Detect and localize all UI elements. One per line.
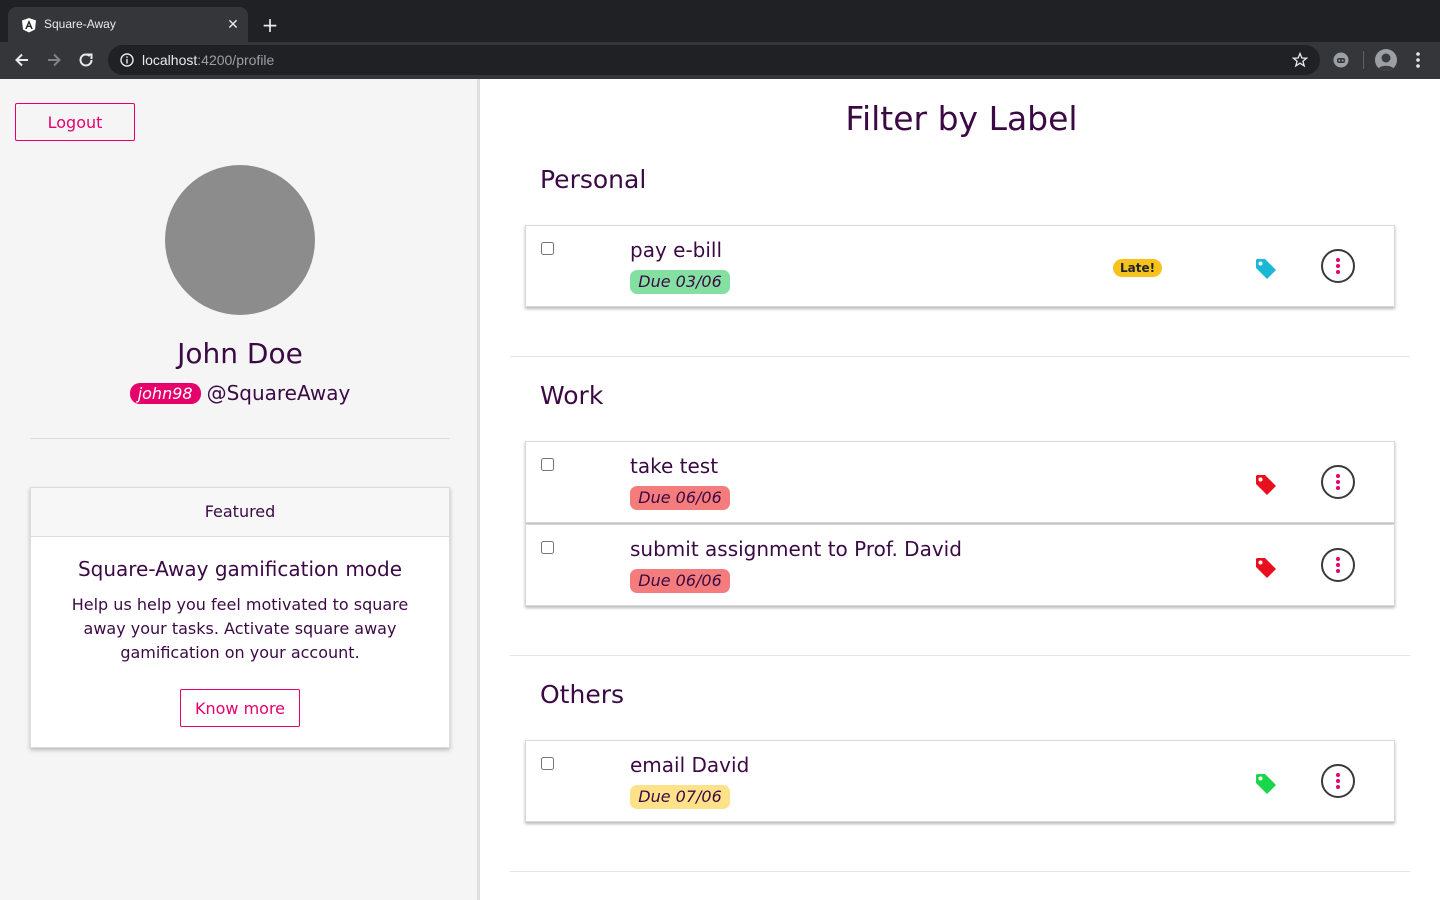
sidebar-divider <box>30 438 450 439</box>
username-badge: john98 <box>129 383 201 404</box>
more-dot-icon <box>1336 480 1340 484</box>
know-more-button[interactable]: Know more <box>180 689 300 727</box>
user-handle: @SquareAway <box>206 381 351 405</box>
featured-card: Featured Square-Away gamification mode H… <box>30 487 450 748</box>
more-dot-icon <box>1336 486 1340 490</box>
angular-logo-icon <box>22 18 36 33</box>
featured-card-header: Featured <box>31 488 449 537</box>
more-dot-icon <box>1336 569 1340 573</box>
due-date-badge: Due 06/06 <box>630 569 730 593</box>
url-text: localhost:4200/profile <box>142 52 274 68</box>
more-dot-icon <box>1336 258 1340 262</box>
task-options-button[interactable] <box>1321 249 1355 283</box>
task-checkbox[interactable] <box>541 242 554 255</box>
main-content: Filter by Label Personal pay e-bill Due … <box>483 79 1440 900</box>
reload-icon[interactable] <box>76 50 96 70</box>
browser-toolbar: localhost:4200/profile <box>0 42 1440 79</box>
tag-icon[interactable] <box>1254 473 1278 497</box>
toolbar-separator <box>1363 51 1364 69</box>
tag-icon[interactable] <box>1254 257 1278 281</box>
user-handle-row: john98 @SquareAway <box>0 381 480 405</box>
more-dot-icon <box>1336 270 1340 274</box>
task-card: submit assignment to Prof. David Due 06/… <box>525 524 1395 606</box>
section-title-others: Others <box>540 680 625 709</box>
featured-card-title: Square-Away gamification mode <box>77 557 403 581</box>
more-dot-icon <box>1336 474 1340 478</box>
section-title-work: Work <box>540 381 604 410</box>
due-date-badge: Due 06/06 <box>630 486 730 510</box>
more-dot-icon <box>1336 773 1340 777</box>
section-title-personal: Personal <box>540 165 647 194</box>
site-info-icon[interactable] <box>120 53 134 67</box>
browser-tab-bar: Square-Away ✕ + <box>0 0 1440 42</box>
user-name: John Doe <box>177 337 303 370</box>
new-tab-icon[interactable]: + <box>260 15 280 35</box>
page-title: Filter by Label <box>845 99 1078 138</box>
logout-button[interactable]: Logout <box>15 103 135 141</box>
tab-title: Square-Away <box>44 17 116 31</box>
task-checkbox[interactable] <box>541 458 554 471</box>
more-dot-icon <box>1336 557 1340 561</box>
section-divider <box>510 655 1410 656</box>
back-arrow-icon[interactable] <box>12 50 32 70</box>
due-date-badge: Due 07/06 <box>630 785 730 809</box>
browser-profile-avatar[interactable] <box>1375 49 1397 71</box>
profile-sidebar: Logout John Doe john98 @SquareAway Featur… <box>0 79 480 900</box>
task-card: email David Due 07/06 <box>525 740 1395 822</box>
task-title: email David <box>630 753 750 777</box>
task-checkbox[interactable] <box>541 757 554 770</box>
url-path: :4200/profile <box>197 52 275 68</box>
task-card: take test Due 06/06 <box>525 441 1395 523</box>
browser-menu-icon[interactable] <box>1410 50 1426 70</box>
section-divider <box>510 871 1410 872</box>
more-dot-icon <box>1336 779 1340 783</box>
task-title: pay e-bill <box>630 238 723 262</box>
tag-icon[interactable] <box>1254 556 1278 580</box>
url-host: localhost <box>142 52 198 68</box>
late-badge: Late! <box>1113 259 1163 277</box>
extension-icon[interactable] <box>1333 52 1349 68</box>
featured-card-text: Help us help you feel motivated to squar… <box>71 595 409 662</box>
profile-person-icon <box>1377 53 1395 71</box>
tab-close-icon[interactable]: ✕ <box>225 17 241 33</box>
more-dot-icon <box>1336 785 1340 789</box>
more-dot-icon <box>1336 264 1340 268</box>
task-options-button[interactable] <box>1321 548 1355 582</box>
task-options-button[interactable] <box>1321 465 1355 499</box>
bookmark-star-icon[interactable] <box>1292 52 1308 68</box>
user-avatar <box>165 165 315 315</box>
section-divider <box>510 356 1410 357</box>
browser-tab[interactable]: Square-Away ✕ <box>8 7 248 42</box>
more-dot-icon <box>1336 563 1340 567</box>
task-title: take test <box>630 454 719 478</box>
tag-icon[interactable] <box>1254 772 1278 796</box>
forward-arrow-icon[interactable] <box>44 50 64 70</box>
task-title: submit assignment to Prof. David <box>630 537 962 561</box>
due-date-badge: Due 03/06 <box>630 270 730 294</box>
task-checkbox[interactable] <box>541 541 554 554</box>
task-card: pay e-bill Due 03/06 Late! <box>525 225 1395 307</box>
task-options-button[interactable] <box>1321 764 1355 798</box>
address-bar[interactable]: localhost:4200/profile <box>108 45 1320 75</box>
